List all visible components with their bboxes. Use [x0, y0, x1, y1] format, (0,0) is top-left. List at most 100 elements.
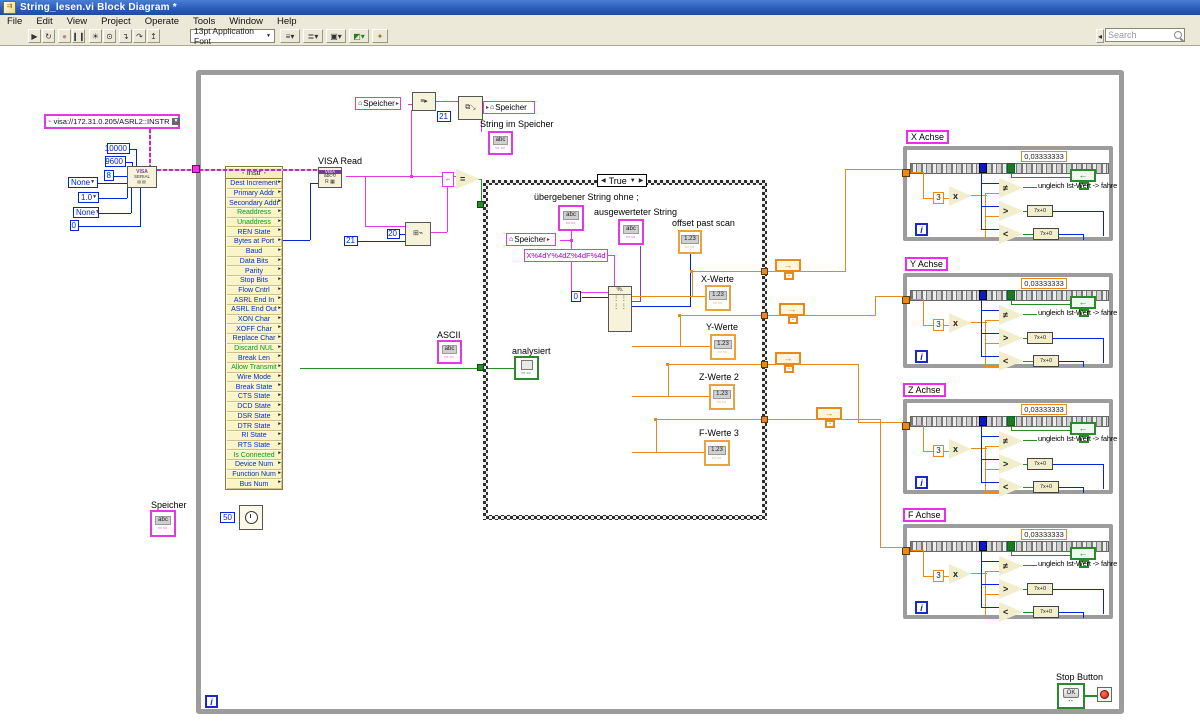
- numeric-indicator-x-werte[interactable]: 1.23▭▭: [705, 285, 731, 311]
- case-next-arrow-icon[interactable]: ▶: [639, 177, 644, 184]
- property-node-row[interactable]: Secondary Addr: [226, 198, 282, 208]
- menu-help[interactable]: Help: [270, 16, 304, 27]
- length-constant[interactable]: 20: [387, 229, 400, 239]
- property-node-row[interactable]: XON Char: [226, 315, 282, 325]
- menu-edit[interactable]: Edit: [29, 16, 59, 27]
- feedback-node-f[interactable]: →: [816, 407, 842, 420]
- global-variable-speicher-case[interactable]: ⌂ Speicher ▸: [506, 233, 556, 246]
- multiply-node[interactable]: x: [949, 439, 971, 459]
- wait-ms-node[interactable]: [239, 505, 263, 530]
- property-node-row[interactable]: RTS State: [226, 441, 282, 451]
- gain-constant[interactable]: 3: [933, 570, 944, 582]
- fx-subvi-node[interactable]: 7x+0: [1033, 606, 1059, 618]
- property-node-row[interactable]: DCD State: [226, 402, 282, 412]
- property-node-row[interactable]: Is Connected: [226, 450, 282, 460]
- parity-ring[interactable]: None▼: [73, 207, 99, 218]
- feedback-node-x[interactable]: →: [775, 259, 801, 272]
- interval-constant[interactable]: 0,03333333: [1021, 529, 1067, 540]
- stop-bits-ring[interactable]: 1.0▼: [78, 192, 99, 203]
- property-node-row[interactable]: Unaddress: [226, 218, 282, 228]
- title-bar[interactable]: ⇉ String_lesen.vi Block Diagram *: [0, 0, 1200, 15]
- property-node-row[interactable]: Baud: [226, 247, 282, 257]
- greater-node[interactable]: >: [999, 328, 1023, 348]
- property-node-row[interactable]: Bus Num: [226, 479, 282, 489]
- wait-ms-constant[interactable]: 50: [220, 512, 235, 523]
- font-selector[interactable]: 13pt Application Font ▼: [190, 29, 275, 43]
- gain-constant[interactable]: 3: [933, 319, 944, 331]
- resize-objects-icon[interactable]: ▣▾: [326, 29, 346, 43]
- multiply-node[interactable]: x: [949, 564, 971, 584]
- interval-constant[interactable]: 0,03333333: [1021, 151, 1067, 162]
- chevron-down-icon[interactable]: ▼: [172, 118, 181, 125]
- interval-constant[interactable]: 0,03333333: [1021, 404, 1067, 415]
- retain-wire-values-icon[interactable]: ⊙: [103, 29, 116, 43]
- property-node-row[interactable]: CTS State: [226, 392, 282, 402]
- property-node[interactable]: ∘ Instr ∘ Dest IncrementPrimary AddrSeco…: [225, 166, 283, 490]
- numeric-indicator-y-werte[interactable]: 1.23▭▭: [710, 334, 736, 360]
- axis-label-y[interactable]: Y Achse: [905, 257, 948, 271]
- empty-string-constant[interactable]: ⌐: [442, 172, 454, 187]
- axis-loop-f[interactable]: 0,03333333←▪3x≠><7x+07x+0ungleich Ist-We…: [903, 524, 1113, 619]
- boolean-indicator-analysiert[interactable]: ▭▭: [514, 356, 539, 380]
- step-into-icon[interactable]: ↴: [119, 29, 132, 43]
- zero-constant[interactable]: 0: [70, 220, 79, 231]
- stop-button-control[interactable]: OK ▪▪: [1057, 683, 1085, 709]
- greater-node[interactable]: >: [999, 201, 1023, 221]
- menu-operate[interactable]: Operate: [138, 16, 186, 27]
- highlight-execution-icon[interactable]: ☀: [89, 29, 102, 43]
- iteration-terminal[interactable]: i: [915, 350, 928, 363]
- property-node-row[interactable]: Primary Addr: [226, 189, 282, 199]
- cleanup-diagram-icon[interactable]: ✦: [372, 29, 388, 43]
- format-string-constant[interactable]: X%4dY%4dZ%4dF%4d: [524, 249, 608, 262]
- fx-subvi-node[interactable]: 7x+0: [1033, 481, 1059, 493]
- global-variable-speicher-read[interactable]: ⌂ Speicher ▸: [355, 97, 401, 110]
- main-loop-iteration-terminal[interactable]: i: [205, 695, 218, 708]
- concatenate-strings-node[interactable]: ≡▸: [412, 92, 436, 111]
- feedback-node-y[interactable]: →: [779, 303, 805, 316]
- axis-label-x[interactable]: X Achse: [906, 130, 949, 144]
- property-node-row[interactable]: Break State: [226, 382, 282, 392]
- property-node-row[interactable]: Readdress: [226, 208, 282, 218]
- search-spin-icon[interactable]: ◂: [1096, 29, 1104, 43]
- numeric-indicator-f-werte[interactable]: 1.23▭▭: [704, 440, 730, 466]
- menu-file[interactable]: File: [0, 16, 29, 27]
- property-node-row[interactable]: Allow Transmit: [226, 363, 282, 373]
- numeric-indicator-offset[interactable]: 1.23 ▭▭: [678, 230, 702, 254]
- axis-loop-y[interactable]: 0,03333333←▪3x≠><7x+07x+0ungleich Ist-We…: [903, 273, 1113, 368]
- replace-substring-node[interactable]: ⧉↘: [458, 96, 483, 120]
- property-node-row[interactable]: Bytes at Port: [226, 237, 282, 247]
- step-over-icon[interactable]: ↷: [133, 29, 146, 43]
- scan-start-constant[interactable]: 0: [571, 291, 581, 302]
- gain-constant[interactable]: 3: [933, 192, 944, 204]
- case-prev-arrow-icon[interactable]: ◀: [601, 177, 606, 184]
- global-variable-speicher-write[interactable]: ▸ ⌂ Speicher: [483, 101, 535, 114]
- baud-constant[interactable]: 9600: [105, 156, 126, 167]
- string-indicator-ausgewerteter[interactable]: abc ▭▭: [618, 219, 644, 245]
- abort-button-icon[interactable]: ●: [58, 29, 71, 43]
- gain-constant[interactable]: 3: [933, 445, 944, 457]
- property-node-row[interactable]: Data Bits: [226, 257, 282, 267]
- flow-control-ring[interactable]: None▼: [68, 177, 98, 188]
- search-input[interactable]: Search: [1105, 28, 1185, 42]
- offset-top-constant[interactable]: 21: [437, 111, 451, 122]
- string-subset-node[interactable]: ⊞⌁: [405, 222, 431, 246]
- fx-subvi-node[interactable]: 7x+0: [1027, 332, 1053, 344]
- property-node-row[interactable]: Stop Bits: [226, 276, 282, 286]
- property-node-row[interactable]: DSR State: [226, 412, 282, 422]
- step-out-icon[interactable]: ↥: [147, 29, 160, 43]
- fx-subvi-node[interactable]: 7x+0: [1033, 228, 1059, 240]
- string-indicator-string-im-speicher[interactable]: abc ▭▭: [488, 131, 513, 155]
- fx-subvi-node[interactable]: 7x+0: [1027, 205, 1053, 217]
- string-indicator-uebergebener[interactable]: abc ▭▭: [558, 205, 584, 231]
- greater-node[interactable]: >: [999, 579, 1023, 599]
- fx-subvi-node[interactable]: 7x+0: [1027, 583, 1053, 595]
- case-selector[interactable]: ◀ True ▼ ▶: [597, 174, 647, 187]
- not-equal-node[interactable]: ≠: [999, 178, 1023, 198]
- axis-label-z[interactable]: Z Achse: [903, 383, 946, 397]
- feedback-node-z[interactable]: →: [775, 352, 801, 365]
- iteration-terminal[interactable]: i: [915, 476, 928, 489]
- not-equal-node[interactable]: ≠: [999, 556, 1023, 576]
- align-objects-icon[interactable]: ≡▾: [280, 29, 300, 43]
- multiply-node[interactable]: x: [949, 186, 971, 206]
- property-node-row[interactable]: Parity: [226, 266, 282, 276]
